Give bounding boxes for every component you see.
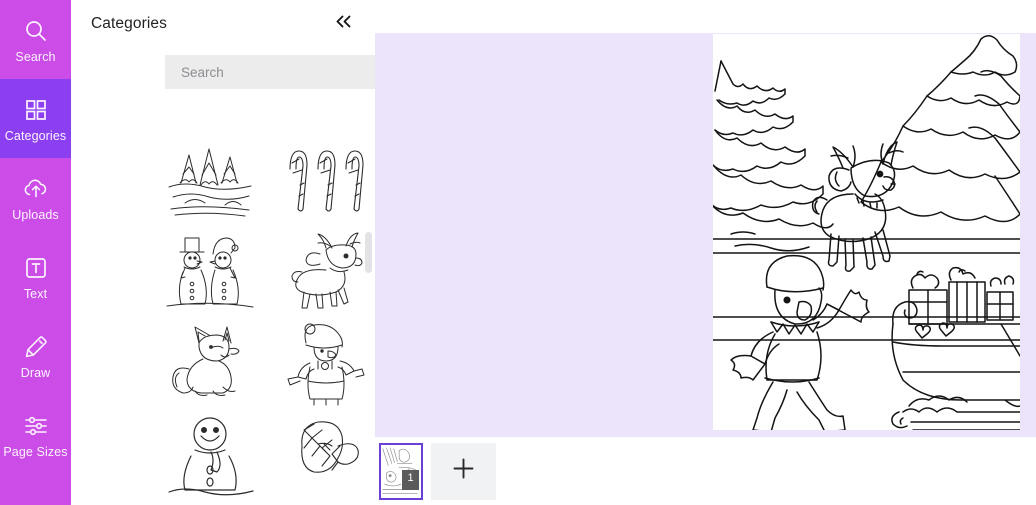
canvas-area[interactable]	[375, 33, 1036, 437]
categories-panel: Categories	[71, 0, 375, 505]
sliders-icon	[21, 411, 51, 441]
thumbnail-child-in-winter-hat[interactable]	[280, 321, 371, 407]
collapse-panel-button[interactable]	[331, 12, 355, 36]
app-root: Search Categories Uploads Text Draw Page…	[0, 0, 1036, 505]
cloud-upload-icon	[21, 174, 51, 204]
thumbnail-sitting-fox[interactable]	[165, 321, 256, 407]
canvas-page[interactable]	[713, 34, 1020, 430]
text-box-icon	[21, 253, 51, 283]
chevron-double-left-icon	[334, 14, 353, 34]
panel-scrollbar-track[interactable]	[364, 100, 374, 505]
thumbnail-two-snowmen[interactable]	[165, 230, 256, 316]
thumbnail-snowy-pine-trees-landscape[interactable]	[165, 139, 256, 225]
pencil-icon	[21, 332, 51, 362]
thumbnail-smiling-snowman[interactable]	[165, 412, 256, 498]
rail-item-uploads[interactable]: Uploads	[0, 158, 71, 237]
left-pine-tree	[713, 60, 834, 229]
reindeer-figure	[811, 141, 904, 272]
search-box[interactable]	[165, 55, 375, 89]
right-pine-tree	[860, 35, 1020, 223]
rail-label-search: Search	[15, 49, 56, 64]
category-thumbnail-grid	[165, 100, 375, 505]
panel-scrollbar-thumb[interactable]	[365, 232, 372, 273]
grid-icon	[21, 95, 51, 125]
rail-item-search[interactable]: Search	[0, 0, 71, 79]
rail-label-categories: Categories	[4, 128, 67, 143]
add-page-button[interactable]	[431, 442, 496, 500]
snow-horizon-lines	[713, 238, 1020, 341]
rail-item-text[interactable]: Text	[0, 237, 71, 316]
search-icon	[21, 16, 51, 46]
elf-figure	[730, 254, 870, 430]
rail-item-page-sizes[interactable]: Page Sizes	[0, 395, 71, 474]
thumbnail-candy-canes[interactable]	[280, 139, 371, 225]
left-tool-rail: Search Categories Uploads Text Draw Page…	[0, 0, 71, 505]
pages-bar: 1	[375, 437, 1036, 505]
thumbnail-reindeer[interactable]	[280, 230, 371, 316]
snow-drift-mid	[734, 243, 810, 252]
sleigh-with-presents	[891, 266, 1020, 430]
thumbnail-mitten[interactable]	[280, 412, 371, 498]
thumbnail-snow-bank-line[interactable]	[280, 100, 371, 134]
snow-drift-left	[730, 231, 756, 235]
panel-title: Categories	[91, 15, 167, 32]
rail-label-text: Text	[23, 286, 48, 301]
plus-icon	[452, 457, 475, 485]
rail-item-categories[interactable]: Categories	[0, 79, 71, 158]
search-input[interactable]	[181, 64, 375, 80]
page-number-badge: 1	[402, 469, 419, 490]
panel-header: Categories	[71, 0, 375, 36]
page-thumbnail-1[interactable]: 1	[379, 442, 423, 500]
rail-label-page-sizes: Page Sizes	[3, 444, 68, 459]
rail-item-draw[interactable]: Draw	[0, 316, 71, 395]
rail-label-draw: Draw	[20, 365, 51, 380]
thumbnail-snowman-with-scarf-partial[interactable]	[165, 100, 256, 134]
rail-label-uploads: Uploads	[12, 207, 59, 222]
workspace: 1	[375, 0, 1036, 505]
